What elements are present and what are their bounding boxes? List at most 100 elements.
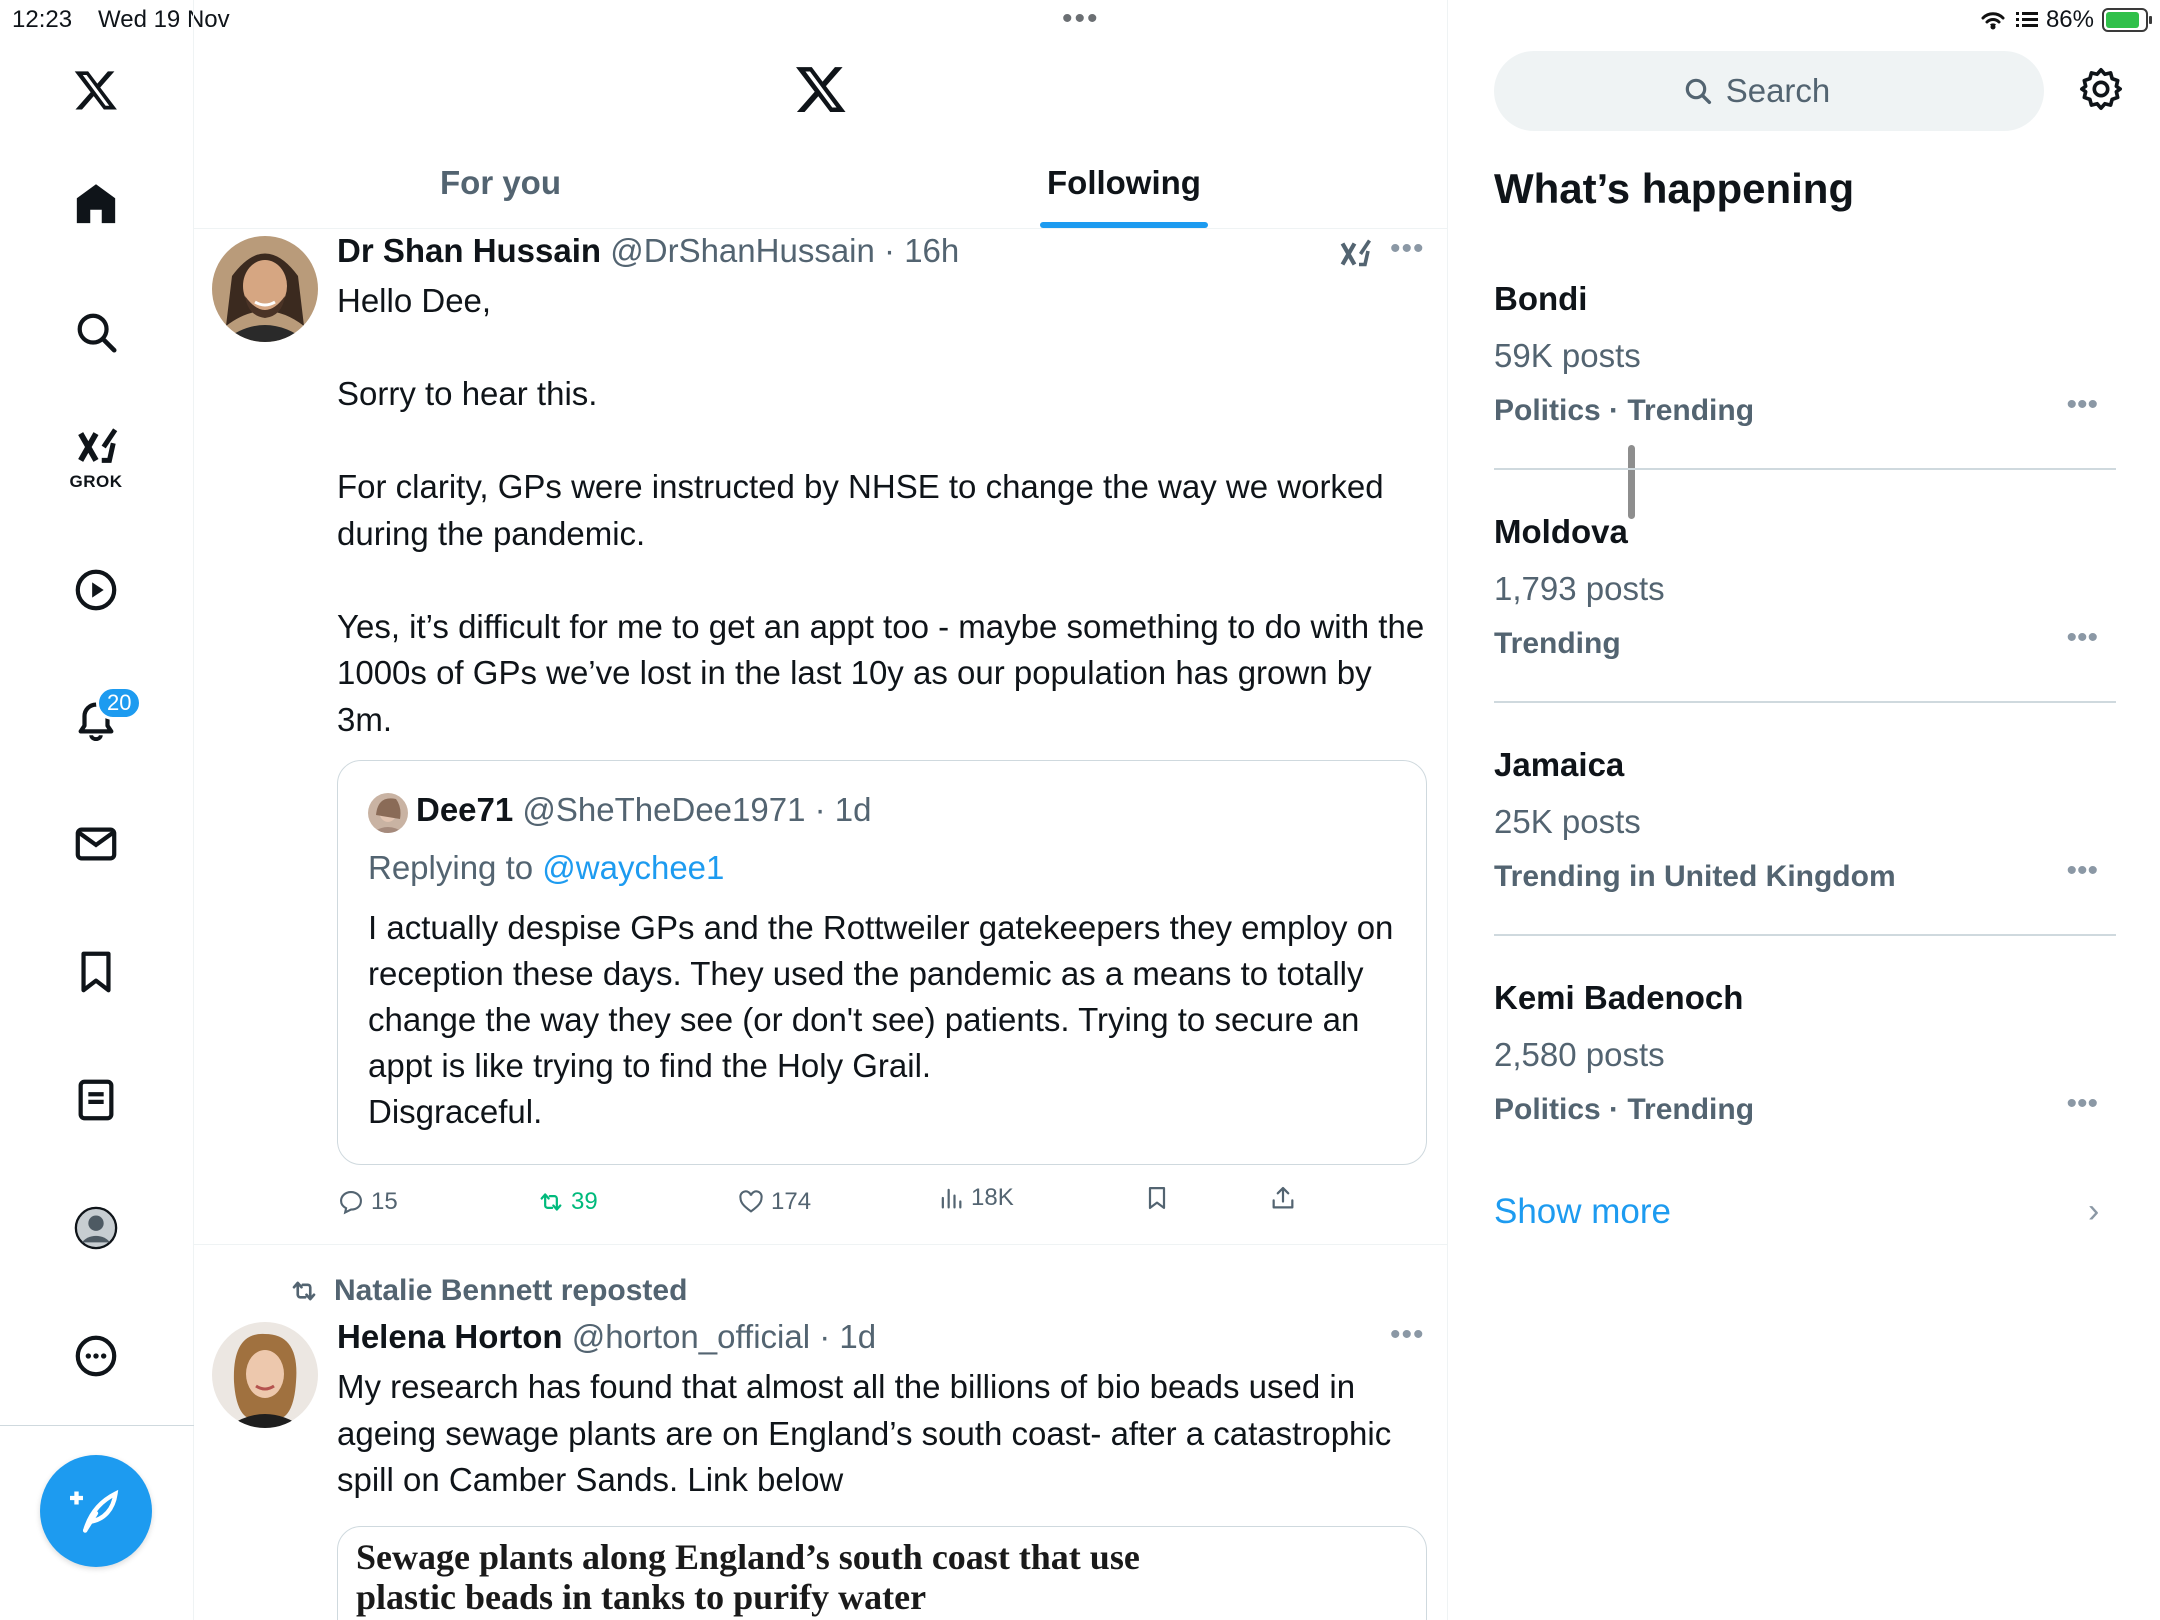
link-card[interactable]: Sewage plants along England’s south coas… <box>337 1526 1427 1620</box>
bookmark-icon <box>1148 1186 1166 1210</box>
more-options-icon[interactable] <box>58 1318 134 1394</box>
quote-text: I actually despise GPs and the Rottweile… <box>368 909 1394 1084</box>
post-body: My research has found that almost all th… <box>337 1364 1427 1504</box>
quote-author-handle[interactable]: @SheTheDee1971 <box>522 791 805 828</box>
trend-divider <box>1494 701 2116 703</box>
profile-icon[interactable] <box>58 1190 134 1266</box>
post-line: Sorry to hear this. <box>337 375 598 412</box>
reply-icon <box>340 1191 362 1215</box>
author-name[interactable]: Helena Horton <box>337 1318 563 1355</box>
repost-context-icon <box>292 1281 316 1301</box>
post-shan-hussain[interactable]: Dr Shan Hussain @DrShanHussain · 16h •••… <box>194 232 1448 1244</box>
grok-glyph <box>78 428 118 463</box>
notifications-bell-icon[interactable]: 20 <box>58 680 143 756</box>
quote-body: I actually despise GPs and the Rottweile… <box>368 905 1408 1135</box>
x-header-logo-icon[interactable] <box>794 64 848 119</box>
whats-happening-title: What’s happening <box>1494 165 1855 212</box>
views-count: 18K <box>971 1184 1014 1211</box>
trend-name: Bondi <box>1494 280 1588 317</box>
reply-count: 15 <box>371 1188 398 1215</box>
trend-item[interactable]: Bondi 59K posts Politics · Trending ••• <box>1494 280 2116 512</box>
trend-name: Moldova <box>1494 513 1628 550</box>
compose-feather-icon <box>70 1489 119 1533</box>
post-divider <box>194 1244 1448 1245</box>
post-actions: 15 39 174 18K <box>337 1184 1427 1228</box>
avatar-portrait <box>212 236 318 342</box>
quote-author-name[interactable]: Dee71 <box>416 791 513 828</box>
views-button[interactable]: 18K <box>937 1184 1014 1212</box>
trend-count: 1,793 posts <box>1494 570 1665 607</box>
x-logo-glyph <box>74 71 117 110</box>
author-name[interactable]: Dr Shan Hussain <box>337 232 601 269</box>
search-input[interactable]: Search <box>1494 51 2044 131</box>
repost-icon <box>540 1193 562 1211</box>
repost-context[interactable]: Natalie Bennett reposted <box>286 1274 687 1308</box>
explore-search-icon[interactable] <box>58 294 134 370</box>
post-line: Yes, it’s difficult for me to get an app… <box>337 607 1425 738</box>
post-header: Dr Shan Hussain @DrShanHussain · 16h <box>337 232 959 270</box>
trend-item[interactable]: Moldova 1,793 posts Trending ••• <box>1494 513 2116 745</box>
replying-prefix: Replying to <box>368 849 534 886</box>
gear-glyph <box>2080 68 2122 110</box>
trend-count: 59K posts <box>1494 337 1641 374</box>
trend-more-icon[interactable]: ••• <box>2066 621 2098 655</box>
author-handle[interactable]: @horton_official <box>572 1318 810 1355</box>
grok-icon[interactable]: GROK <box>58 418 134 494</box>
views-bar-chart-icon <box>941 1188 962 1209</box>
bookmark-glyph <box>81 951 111 993</box>
trend-item[interactable]: Kemi Badenoch 2,580 posts Politics · Tre… <box>1494 979 2116 1211</box>
quote-text-closing: Disgraceful. <box>368 1093 543 1130</box>
bookmark-button[interactable] <box>1143 1184 1171 1212</box>
post-helena-horton[interactable]: Helena Horton @horton_official · 1d ••• … <box>194 1318 1448 1620</box>
active-tab-indicator <box>1040 222 1208 228</box>
lists-icon[interactable] <box>58 1062 134 1138</box>
search-icon <box>1685 78 1711 105</box>
compose-post-button[interactable] <box>40 1455 152 1567</box>
right-sidebar: Search What’s happening Bondi 59K posts … <box>1448 0 2160 1620</box>
trend-context: Trending <box>1494 627 1621 660</box>
avatar[interactable] <box>212 236 318 342</box>
replying-to-link[interactable]: @waychee1 <box>542 849 724 886</box>
post-time[interactable]: · 1d <box>819 1318 876 1355</box>
home-icon[interactable] <box>58 166 134 242</box>
post-line: Hello Dee, <box>337 282 492 319</box>
trend-more-icon[interactable]: ••• <box>2066 388 2098 422</box>
settings-gear-icon[interactable] <box>2078 66 2124 117</box>
like-count: 174 <box>771 1188 812 1215</box>
messages-mail-icon[interactable] <box>58 806 134 882</box>
grok-label: GROK <box>69 472 123 491</box>
show-more-link[interactable]: Show more <box>1494 1192 1671 1232</box>
timeline-tabs: For you Following <box>194 150 1448 229</box>
trend-more-icon[interactable]: ••• <box>2066 854 2098 888</box>
like-button[interactable]: 174 <box>737 1188 811 1216</box>
trend-context: Trending in United Kingdom <box>1494 860 1896 893</box>
main-timeline: For you Following Dr Shan Hussain @DrSha… <box>194 0 1635 1620</box>
quoted-post[interactable]: Dee71 @SheTheDee1971 · 1d Replying to @w… <box>337 760 1427 1165</box>
chevron-right-icon[interactable]: › <box>2088 1192 2099 1231</box>
share-upload-icon <box>1272 1186 1294 1209</box>
avatar[interactable] <box>212 1322 318 1428</box>
trend-more-icon[interactable]: ••• <box>2066 1087 2098 1121</box>
post-more-icon[interactable]: ••• <box>1390 1318 1425 1352</box>
tab-for-you[interactable]: For you <box>440 164 561 202</box>
post-more-icon[interactable]: ••• <box>1390 232 1425 266</box>
trend-count: 2,580 posts <box>1494 1036 1665 1073</box>
share-button[interactable] <box>1269 1184 1297 1212</box>
video-play-icon[interactable] <box>58 552 134 628</box>
bookmarks-icon[interactable] <box>58 934 134 1010</box>
trend-count: 25K posts <box>1494 803 1641 840</box>
mail-glyph <box>75 827 117 861</box>
play-glyph <box>75 569 117 611</box>
tab-following[interactable]: Following <box>1047 164 1201 202</box>
author-handle[interactable]: @DrShanHussain <box>610 232 875 269</box>
trend-item[interactable]: Jamaica 25K posts Trending in United Kin… <box>1494 746 2116 978</box>
x-logo-icon[interactable] <box>58 52 134 128</box>
more-circle-glyph <box>75 1335 117 1377</box>
reply-button[interactable]: 15 <box>337 1188 398 1216</box>
repost-button[interactable]: 39 <box>537 1188 598 1216</box>
quote-avatar[interactable] <box>368 793 408 833</box>
grok-explain-icon[interactable] <box>1338 236 1374 272</box>
post-time[interactable]: · 16h <box>884 232 959 269</box>
notifications-badge: 20 <box>96 686 143 720</box>
